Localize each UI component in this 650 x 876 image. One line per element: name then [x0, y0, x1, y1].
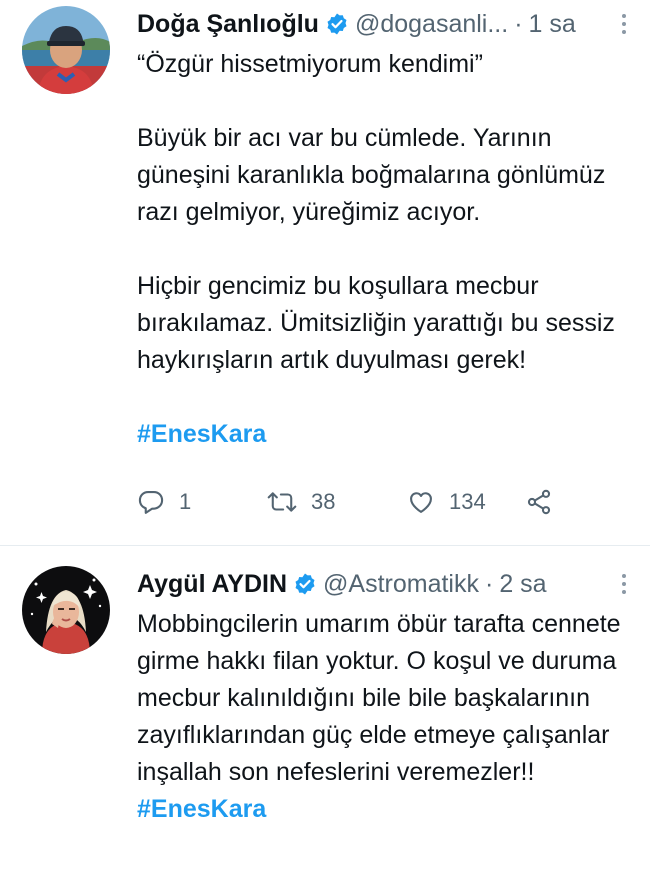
separator-dot: · — [514, 10, 523, 38]
like-button[interactable]: 134 — [407, 488, 525, 516]
avatar[interactable] — [22, 566, 110, 654]
like-count: 134 — [449, 489, 486, 514]
reply-count: 1 — [179, 489, 192, 514]
retweet-icon — [267, 492, 297, 512]
tweet-time[interactable]: 2 sa — [499, 566, 546, 602]
tweet[interactable]: Aygül AYDIN @Astromatikk · 2 sa Mobbingc… — [0, 546, 650, 876]
tweet-actions: 1 38 134 — [137, 488, 634, 516]
tweet-header: Doğa Şanlıoğlu @dogasanli... · 1 sa — [137, 6, 634, 42]
reply-button[interactable]: 1 — [137, 488, 267, 516]
reply-icon — [138, 491, 164, 514]
avatar[interactable] — [22, 6, 110, 94]
tweet[interactable]: Doğa Şanlıoğlu @dogasanli... · 1 sa “Özg… — [0, 0, 650, 546]
share-icon — [527, 489, 551, 515]
tweet-text-body: Mobbingcilerin umarım öbür tarafta cenne… — [137, 610, 621, 786]
author-name[interactable]: Doğa Şanlıoğlu — [137, 6, 319, 42]
author-handle[interactable]: @Astromatikk — [323, 566, 479, 602]
author-name[interactable]: Aygül AYDIN — [137, 566, 287, 602]
verified-badge-icon — [293, 572, 317, 596]
tweet-header: Aygül AYDIN @Astromatikk · 2 sa — [137, 566, 634, 602]
author-handle[interactable]: @dogasanli... — [355, 6, 508, 42]
retweet-button[interactable]: 38 — [267, 488, 407, 516]
share-button[interactable] — [525, 488, 553, 516]
tweet-text: Mobbingcilerin umarım öbür tarafta cenne… — [137, 606, 634, 828]
tweet-time[interactable]: 1 sa — [529, 6, 576, 42]
like-icon — [410, 492, 432, 513]
verified-badge-icon — [325, 12, 349, 36]
tweet-text-body: “Özgür hissetmiyorum kendimi” Büyük bir … — [137, 50, 615, 374]
more-options-icon[interactable] — [614, 570, 634, 598]
more-options-icon[interactable] — [614, 10, 634, 38]
hashtag-link[interactable]: #EnesKara — [137, 795, 266, 823]
tweet-text: “Özgür hissetmiyorum kendimi” Büyük bir … — [137, 46, 634, 453]
retweet-count: 38 — [311, 489, 336, 514]
separator-dot: · — [485, 570, 494, 598]
hashtag-link[interactable]: #EnesKara — [137, 420, 266, 448]
